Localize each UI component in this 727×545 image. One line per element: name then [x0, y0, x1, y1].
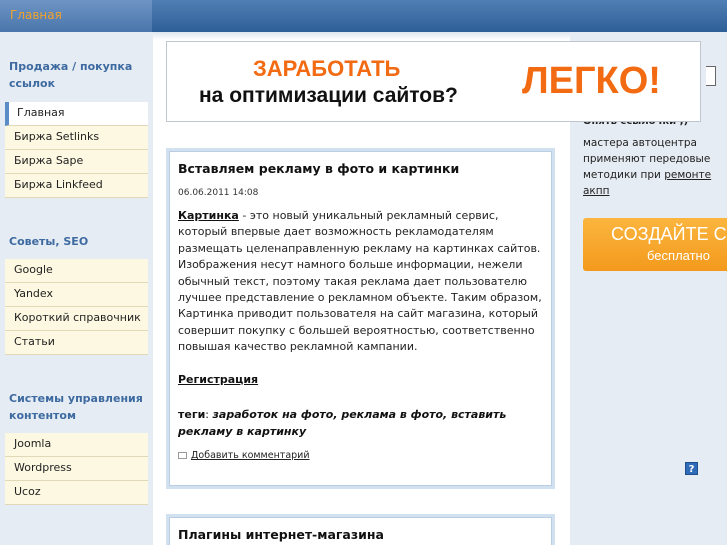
post-body-text: - это новый уникальный рекламный сервис,…	[178, 209, 542, 354]
home-tab: Главная	[0, 0, 152, 32]
post-body: Картинка - это новый уникальный рекламны…	[178, 208, 550, 356]
post-body-link[interactable]: Картинка	[178, 209, 239, 222]
post: Плагины интернет-магазина	[166, 514, 555, 545]
menu-item-sape[interactable]: Биржа Sape	[5, 150, 148, 174]
menu-item-articles[interactable]: Статьи	[5, 331, 148, 355]
category-title-cms: Системы управления контентом	[9, 392, 143, 422]
banner-line-1: ЗАРАБОТАТЬ	[253, 56, 401, 81]
widget-edge	[706, 66, 716, 86]
post: Вставляем рекламу в фото и картинки 06.0…	[166, 148, 555, 489]
top-bar: Главная	[0, 0, 727, 32]
tags-label: теги	[178, 408, 206, 421]
menu-item-setlinks[interactable]: Биржа Setlinks	[5, 126, 148, 150]
menu-seo: Google Yandex Короткий справочник Статьи	[5, 259, 148, 355]
post-date: 06.06.2011 14:08	[178, 188, 259, 198]
create-site-button[interactable]: СОЗДАЙТЕ С бесплатно	[583, 218, 727, 271]
ad-banner[interactable]: ЗАРАБОТАТЬ на оптимизации сайтов? ЛЕГКО!	[166, 41, 701, 122]
banner-line-3: ЛЕГКО!	[522, 60, 661, 102]
help-icon[interactable]: ?	[685, 462, 698, 475]
create-site-button-sublabel: бесплатно	[647, 248, 710, 263]
menu-item-yandex[interactable]: Yandex	[5, 283, 148, 307]
post-tags: теги: заработок на фото, реклама в фото,…	[178, 408, 507, 438]
menu-item-wordpress[interactable]: Wordpress	[5, 457, 148, 481]
create-site-button-label: СОЗДАЙТЕ С	[611, 224, 727, 244]
right-ad-text: мастера автоцентра применяют передовые м…	[583, 135, 723, 199]
category-title-links: Продажа / покупка ссылок	[9, 60, 133, 90]
menu-item-linkfeed[interactable]: Биржа Linkfeed	[5, 174, 148, 198]
add-comment-label: Добавить комментарий	[191, 450, 310, 461]
category-title-seo: Советы, SEO	[9, 235, 89, 248]
menu-item-reference[interactable]: Короткий справочник	[5, 307, 148, 331]
menu-item-ucoz[interactable]: Ucoz	[5, 481, 148, 505]
menu-item-joomla[interactable]: Joomla	[5, 433, 148, 457]
menu-cms: Joomla Wordpress Ucoz	[5, 433, 148, 505]
add-comment-link[interactable]: Добавить комментарий	[178, 450, 310, 461]
menu-item-home[interactable]: Главная	[5, 102, 148, 126]
menu-links: Главная Биржа Setlinks Биржа Sape Биржа …	[5, 102, 148, 198]
home-link[interactable]: Главная	[10, 8, 62, 22]
post-title[interactable]: Вставляем рекламу в фото и картинки	[178, 161, 459, 176]
post-title[interactable]: Плагины интернет-магазина	[178, 527, 384, 542]
comment-icon	[178, 452, 187, 459]
left-sidebar: Продажа / покупка ссылок Главная Биржа S…	[0, 32, 153, 545]
registration-link[interactable]: Регистрация	[178, 373, 258, 386]
main-top-shadow	[153, 32, 570, 40]
tags-values: заработок на фото, реклама в фото, встав…	[178, 408, 507, 438]
menu-item-google[interactable]: Google	[5, 259, 148, 283]
banner-line-2: на оптимизации сайтов?	[199, 84, 458, 107]
